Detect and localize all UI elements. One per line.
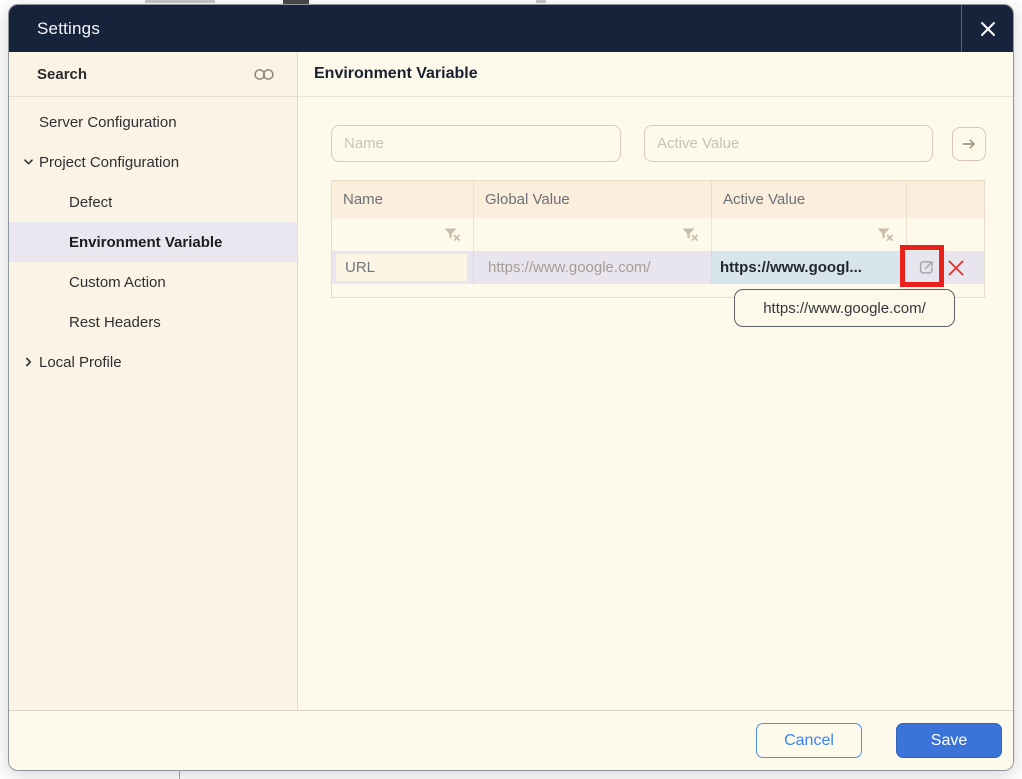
chevron-right-icon	[23, 357, 34, 368]
sidebar-item-defect[interactable]: Defect	[9, 182, 297, 222]
filter-cell-global-value	[474, 218, 712, 251]
sidebar-nav: Server Configuration Project Configurati…	[9, 97, 297, 382]
search-label: Search	[37, 65, 88, 83]
filter-cell-actions	[907, 218, 984, 251]
dialog-titlebar: Settings	[9, 5, 1013, 52]
add-variable-button[interactable]	[952, 126, 986, 161]
table-filter-row	[332, 218, 984, 251]
cell-active-value[interactable]: https://www.googl...	[712, 251, 907, 284]
close-button[interactable]	[961, 5, 1013, 52]
dialog-footer: Cancel Save	[9, 710, 1013, 770]
name-input[interactable]	[331, 125, 621, 162]
active-value-input[interactable]	[644, 125, 933, 162]
arrow-right-icon	[960, 135, 978, 153]
background-artifact	[536, 0, 546, 3]
background-artifact	[145, 0, 215, 3]
dialog-title: Settings	[37, 18, 101, 38]
filter-clear-icon[interactable]	[877, 228, 894, 242]
delete-row-button[interactable]	[944, 256, 968, 280]
sidebar-item-custom-action[interactable]: Custom Action	[9, 262, 297, 302]
sidebar-item-label: Project Configuration	[39, 153, 180, 171]
table-row: URL https://www.google.com/ https://www.…	[332, 251, 984, 284]
background-artifact	[179, 770, 180, 779]
sidebar-item-label: Environment Variable	[69, 233, 223, 251]
add-variable-form	[331, 125, 1013, 162]
cell-global-value: https://www.google.com/	[474, 251, 712, 284]
main-content: Name Global Value Active Value	[298, 97, 1013, 710]
sidebar-search[interactable]: Search	[9, 52, 297, 97]
environment-variable-table: Name Global Value Active Value URL https…	[331, 180, 985, 298]
column-header-name: Name	[332, 181, 474, 218]
binoculars-icon	[253, 67, 275, 82]
sidebar-item-server-configuration[interactable]: Server Configuration	[9, 102, 297, 142]
global-value-text: https://www.google.com/	[488, 259, 651, 276]
sidebar-item-project-configuration[interactable]: Project Configuration	[9, 142, 297, 182]
sidebar-item-label: Defect	[69, 193, 113, 211]
sidebar-item-label: Custom Action	[69, 273, 166, 291]
sidebar-item-label: Rest Headers	[69, 313, 161, 331]
active-value-text: https://www.googl...	[720, 259, 862, 276]
open-share-button[interactable]	[914, 255, 939, 280]
close-icon	[977, 18, 999, 40]
sidebar-item-label: Server Configuration	[39, 113, 177, 131]
active-value-tooltip: https://www.google.com/	[734, 289, 955, 327]
settings-dialog: Settings Search Server Configuration Pro…	[8, 4, 1014, 771]
delete-x-icon	[946, 258, 966, 278]
cancel-button[interactable]: Cancel	[756, 723, 862, 758]
sidebar-item-rest-headers[interactable]: Rest Headers	[9, 302, 297, 342]
sidebar-item-label: Local Profile	[39, 353, 122, 371]
save-button[interactable]: Save	[896, 723, 1002, 758]
dialog-body: Search Server Configuration Project Conf…	[9, 52, 1013, 710]
column-header-actions	[907, 181, 984, 218]
settings-sidebar: Search Server Configuration Project Conf…	[9, 52, 298, 710]
page-title: Environment Variable	[314, 65, 478, 82]
filter-clear-icon[interactable]	[682, 228, 699, 242]
filter-cell-active-value	[712, 218, 907, 251]
sidebar-item-local-profile[interactable]: Local Profile	[9, 342, 297, 382]
main-header: Environment Variable	[298, 52, 1013, 97]
chevron-down-icon	[23, 157, 34, 168]
cell-actions	[907, 251, 984, 284]
open-share-icon	[916, 257, 937, 278]
main-panel: Environment Variable Name Active Value N…	[298, 52, 1013, 710]
tooltip-text: https://www.google.com/	[763, 299, 926, 317]
cell-name: URL	[332, 251, 474, 284]
filter-cell-name	[332, 218, 474, 251]
table-header-row: Name Global Value Active Value	[332, 181, 984, 218]
column-header-global-value: Global Value	[474, 181, 712, 218]
name-value-field[interactable]: URL	[336, 254, 467, 281]
filter-clear-icon[interactable]	[444, 228, 461, 242]
sidebar-item-environment-variable[interactable]: Environment Variable	[9, 222, 297, 262]
column-header-active-value: Active Value	[712, 181, 907, 218]
